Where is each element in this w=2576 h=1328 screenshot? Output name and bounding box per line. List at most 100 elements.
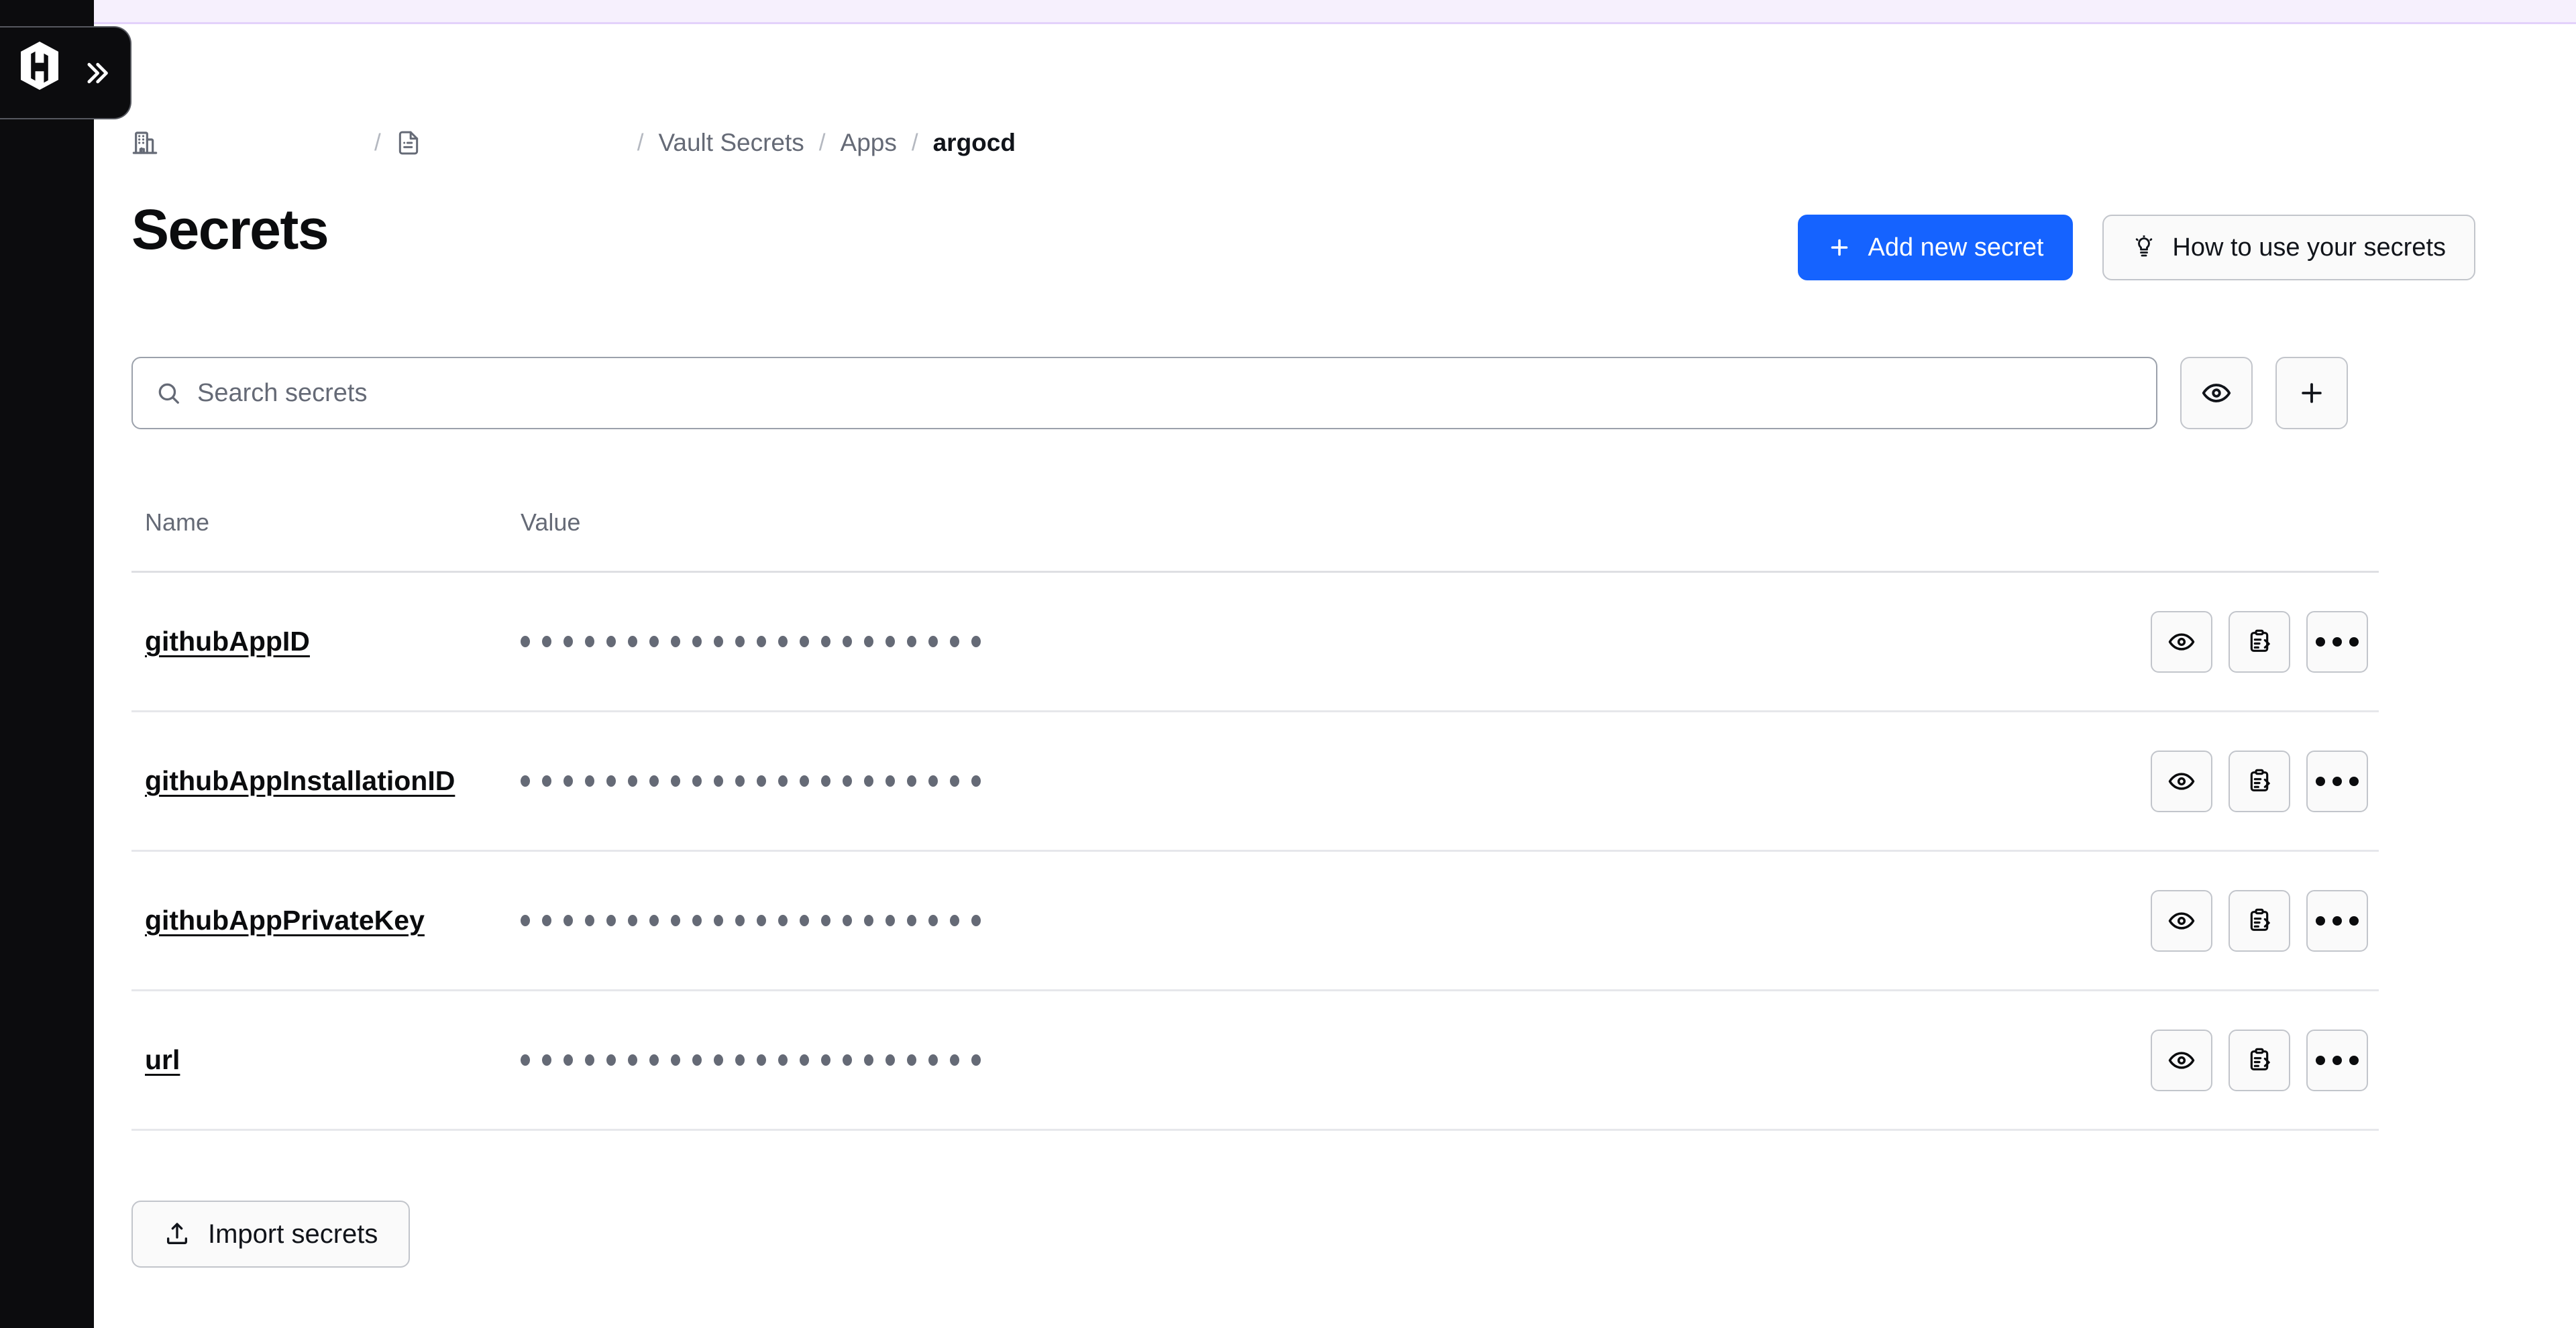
- mask-dot: [564, 775, 573, 787]
- mask-dot: [606, 636, 616, 647]
- clipboard-copy-icon: [2246, 768, 2273, 795]
- mask-dot: [692, 915, 702, 926]
- mask-dot: [971, 915, 981, 926]
- column-header-name: Name: [145, 508, 210, 536]
- cell-secret-name: githubAppID: [131, 626, 521, 657]
- row-actions: [2151, 750, 2379, 812]
- add-new-secret-button[interactable]: Add new secret: [1798, 215, 2074, 280]
- search-box[interactable]: [131, 357, 2157, 429]
- app-root: / / Vault Secrets / Apps / argocd Secret…: [0, 0, 2576, 1328]
- mask-dot: [971, 1054, 981, 1066]
- mask-dot: [757, 636, 766, 647]
- mask-dot: [542, 636, 551, 647]
- more-options-icon: [2316, 916, 2359, 926]
- mask-dot: [800, 1054, 809, 1066]
- table-header-row: Name Value: [131, 508, 2379, 573]
- mask-dot: [628, 1054, 637, 1066]
- project-document-icon[interactable]: [396, 130, 421, 156]
- cell-secret-value: [521, 915, 2151, 926]
- copy-value-button[interactable]: [2229, 1029, 2290, 1091]
- secret-name-link[interactable]: url: [145, 1044, 180, 1075]
- mask-dot: [950, 1054, 959, 1066]
- upload-icon: [164, 1221, 191, 1248]
- reveal-value-button[interactable]: [2151, 889, 2212, 952]
- breadcrumb-item-argocd: argocd: [932, 129, 1016, 156]
- mask-dot: [542, 775, 551, 787]
- mask-dot: [800, 915, 809, 926]
- more-options-button[interactable]: [2306, 1029, 2368, 1091]
- copy-value-button[interactable]: [2229, 750, 2290, 812]
- org-building-icon[interactable]: [131, 129, 158, 156]
- more-options-button[interactable]: [2306, 889, 2368, 952]
- mask-dot: [864, 775, 873, 787]
- secret-name-link[interactable]: githubAppID: [145, 626, 310, 657]
- mask-dot: [757, 775, 766, 787]
- eye-icon: [2202, 378, 2231, 408]
- mask-dot: [542, 1054, 551, 1066]
- more-options-icon: [2316, 637, 2359, 647]
- mask-dot: [950, 636, 959, 647]
- copy-value-button[interactable]: [2229, 610, 2290, 673]
- how-to-use-secrets-button[interactable]: How to use your secrets: [2102, 215, 2475, 280]
- mask-dot: [585, 915, 594, 926]
- breadcrumb-separator: /: [637, 129, 644, 156]
- masked-value: [521, 775, 981, 787]
- header-actions: Add new secret How to use your secrets: [1798, 215, 2475, 280]
- mask-dot: [606, 775, 616, 787]
- page-title: Secrets: [131, 198, 329, 261]
- secret-name-link[interactable]: githubAppInstallationID: [145, 765, 455, 796]
- mask-dot: [735, 915, 745, 926]
- more-options-button[interactable]: [2306, 750, 2368, 812]
- column-header-value: Value: [521, 508, 581, 536]
- mask-dot: [564, 1054, 573, 1066]
- mask-dot: [821, 636, 830, 647]
- masked-value: [521, 1054, 981, 1066]
- mask-dot: [585, 1054, 594, 1066]
- reveal-all-values-button[interactable]: [2180, 357, 2253, 429]
- mask-dot: [778, 636, 788, 647]
- mask-dot: [628, 915, 637, 926]
- mask-dot: [778, 775, 788, 787]
- import-secrets-button[interactable]: Import secrets: [131, 1201, 411, 1268]
- table-footer: Import secrets: [131, 1201, 411, 1268]
- search-row: [131, 357, 2348, 429]
- table-row: githubAppID: [131, 573, 2379, 712]
- lightbulb-icon: [2132, 235, 2156, 260]
- mask-dot: [843, 636, 852, 647]
- mask-dot: [649, 1054, 659, 1066]
- copy-value-button[interactable]: [2229, 889, 2290, 952]
- mask-dot: [843, 1054, 852, 1066]
- reveal-value-button[interactable]: [2151, 610, 2212, 673]
- row-actions: [2151, 889, 2379, 952]
- mask-dot: [671, 636, 680, 647]
- breadcrumb-separator: /: [818, 129, 826, 156]
- mask-dot: [714, 636, 723, 647]
- reveal-value-button[interactable]: [2151, 750, 2212, 812]
- mask-dot: [864, 915, 873, 926]
- mask-dot: [757, 915, 766, 926]
- secret-name-link[interactable]: githubAppPrivateKey: [145, 905, 425, 936]
- breadcrumb-item-vault-secrets[interactable]: Vault Secrets: [658, 129, 804, 157]
- search-input[interactable]: [197, 378, 2133, 408]
- more-options-button[interactable]: [2306, 610, 2368, 673]
- breadcrumb: / / Vault Secrets / Apps / argocd: [131, 127, 1016, 158]
- mask-dot: [671, 915, 680, 926]
- breadcrumb-separator: /: [911, 129, 918, 156]
- clipboard-copy-icon: [2246, 907, 2273, 934]
- add-new-secret-label: Add new secret: [1868, 233, 2044, 262]
- mask-dot: [671, 1054, 680, 1066]
- hashicorp-logo[interactable]: [17, 42, 62, 90]
- mask-dot: [692, 1054, 702, 1066]
- chevron-double-right-icon[interactable]: [80, 58, 110, 88]
- mask-dot: [971, 775, 981, 787]
- import-secrets-label: Import secrets: [208, 1219, 378, 1249]
- reveal-value-button[interactable]: [2151, 1029, 2212, 1091]
- mask-dot: [907, 636, 916, 647]
- cell-secret-name: githubAppPrivateKey: [131, 905, 521, 936]
- mask-dot: [735, 1054, 745, 1066]
- clipboard-copy-icon: [2246, 1047, 2273, 1074]
- add-secret-inline-button[interactable]: [2275, 357, 2348, 429]
- mask-dot: [864, 1054, 873, 1066]
- mask-dot: [692, 775, 702, 787]
- breadcrumb-item-apps[interactable]: Apps: [841, 129, 897, 157]
